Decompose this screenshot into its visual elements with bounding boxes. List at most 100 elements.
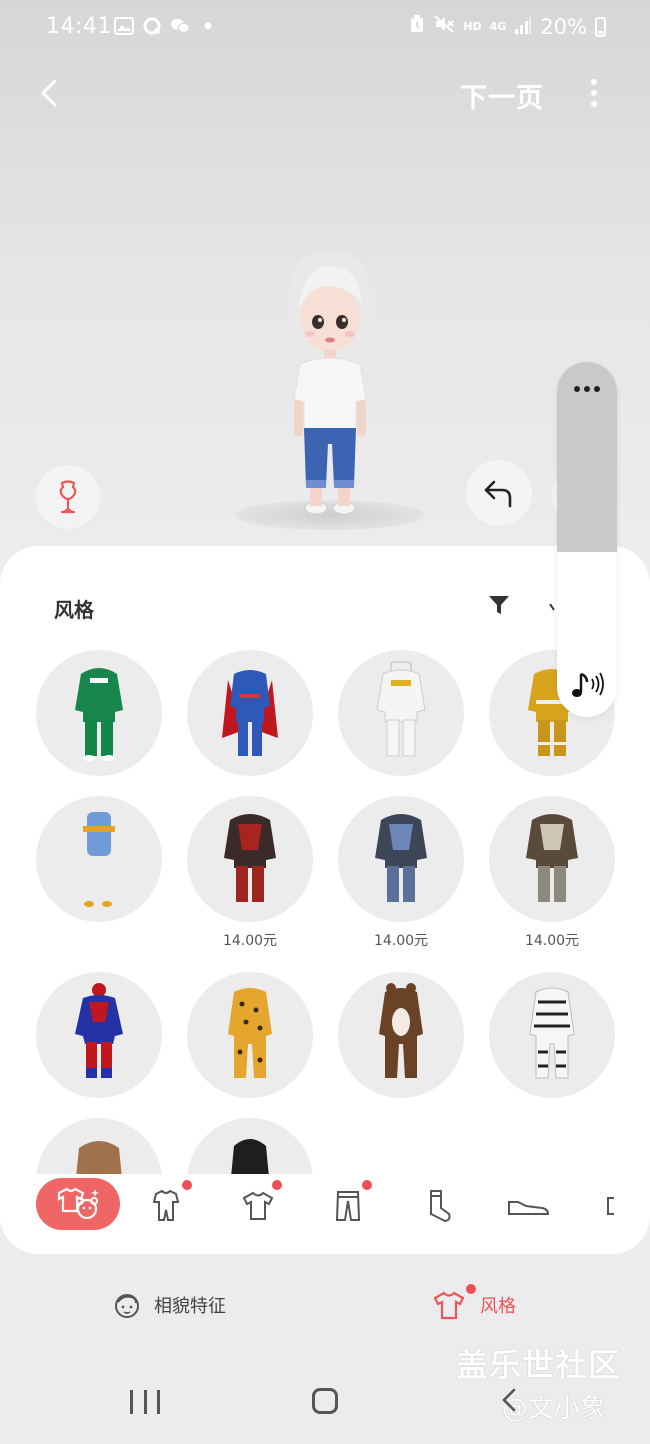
outfit-item[interactable]: 14.00元 [489, 796, 615, 949]
dot-icon [198, 16, 218, 36]
undo-button[interactable] [466, 460, 532, 526]
outfit-thumb [36, 650, 162, 776]
tab-badge [272, 1180, 282, 1190]
sock-icon [430, 1190, 451, 1223]
tab-tops[interactable] [230, 1178, 286, 1234]
wechat-icon [170, 16, 190, 36]
alarm-icon [409, 14, 425, 39]
tshirt-icon [433, 1291, 465, 1320]
blue-armor-icon [375, 814, 427, 902]
tab-pants[interactable] [320, 1178, 376, 1234]
more-dot [591, 79, 597, 85]
outfit-thumb [187, 650, 313, 776]
recent-bar [157, 1390, 160, 1414]
more-dot [591, 101, 597, 107]
floating-side-panel[interactable] [557, 362, 617, 717]
battery-percent: 20% [540, 14, 587, 39]
green-tracksuit-icon [75, 668, 123, 761]
onesie-icon [152, 1189, 180, 1221]
recent-bar [130, 1390, 133, 1414]
battery-icon [595, 16, 606, 37]
outfit-price: 14.00元 [524, 933, 580, 949]
outfit-item[interactable] [36, 650, 162, 776]
outfit-item[interactable] [489, 972, 615, 1098]
back-button[interactable] [30, 74, 68, 112]
recent-bar [143, 1390, 147, 1414]
outfit-item[interactable] [36, 796, 162, 922]
undo-icon [484, 480, 512, 508]
outfit-item[interactable] [187, 972, 313, 1098]
outfit-thumb [187, 972, 313, 1098]
face-icon [115, 1294, 139, 1318]
style-icon-wrap [432, 1284, 476, 1320]
side-dot [574, 386, 580, 392]
qq-icon [142, 16, 162, 36]
side-dot [594, 386, 600, 392]
mannequin-button[interactable] [36, 465, 100, 529]
mute-icon [433, 14, 455, 39]
more-options-button[interactable] [580, 74, 608, 112]
tab-shoes[interactable] [500, 1178, 556, 1234]
outfit-thumb [338, 796, 464, 922]
category-tabs [0, 1174, 650, 1244]
pants-icon [335, 1191, 361, 1221]
hero-suit-icon [222, 670, 278, 756]
outfit-item[interactable] [187, 650, 313, 776]
filter-button[interactable] [486, 592, 516, 622]
gallery-icon [114, 16, 134, 36]
outfit-thumb [338, 650, 464, 776]
more-dot [591, 90, 597, 96]
outfit-item[interactable] [36, 972, 162, 1098]
filter-icon [489, 596, 509, 614]
red-armor-icon [224, 814, 276, 902]
tab-more-peek[interactable] [594, 1178, 624, 1234]
avatar-preview[interactable] [260, 240, 400, 540]
tab-socks[interactable] [410, 1178, 466, 1234]
next-page-button[interactable]: 下一页 [460, 76, 544, 115]
shoe-icon [508, 1201, 550, 1215]
network-gen-label: 4G [489, 20, 507, 33]
side-panel-more-icon[interactable] [557, 386, 617, 392]
outfit-item[interactable]: 14.00元 [338, 796, 464, 949]
mode-style-label: 风格 [480, 1296, 516, 1317]
outfit-item[interactable]: 14.00元 [187, 796, 313, 949]
mode-style-badge [466, 1284, 476, 1294]
outfit-thumb [36, 796, 162, 922]
tshirt-icon [242, 1191, 274, 1220]
recent-apps-button[interactable] [130, 1390, 160, 1418]
music-sound-icon[interactable] [569, 670, 607, 700]
status-time: 14:41 [46, 14, 112, 39]
outfit-item[interactable] [338, 972, 464, 1098]
sheet-title: 风格 [54, 598, 94, 622]
accessory-icon [607, 1197, 614, 1215]
shirt-bear-icon [57, 1187, 99, 1220]
outfit-price: 14.00元 [373, 933, 429, 949]
mode-style-button[interactable]: 风格 [432, 1284, 516, 1320]
outfit-thumb [187, 796, 313, 922]
style-sheet: 风格 14.00元 14.00元 14.00元 [0, 546, 650, 1254]
mode-face-button[interactable]: 相貌特征 [112, 1290, 226, 1320]
side-dot [584, 386, 590, 392]
hd-label: HD [463, 20, 482, 33]
status-bar: 14:41 HD 4G 20% [0, 0, 650, 56]
backpack-set-icon [83, 812, 115, 907]
bear-onesie-icon [379, 983, 423, 1078]
bone-armor-icon [526, 814, 578, 902]
tab-onesie[interactable] [138, 1178, 194, 1234]
tab-avatar-style[interactable] [36, 1178, 120, 1230]
tab-badge [182, 1180, 192, 1190]
signal-icon [514, 15, 532, 39]
outfit-item[interactable] [338, 650, 464, 776]
system-back-button[interactable] [500, 1386, 518, 1421]
home-button[interactable] [312, 1388, 338, 1414]
leopard-onesie-icon [228, 988, 272, 1078]
chevron-left-icon [502, 1388, 516, 1412]
hero-bodysuit-icon [75, 983, 123, 1078]
outfit-thumb [338, 972, 464, 1098]
outfit-thumb [36, 972, 162, 1098]
space-suit-icon [376, 661, 426, 757]
outfit-thumb [489, 796, 615, 922]
chevron-left-icon [41, 79, 57, 107]
zebra-onesie-icon [529, 987, 575, 1079]
status-right: HD 4G 20% [409, 14, 606, 39]
